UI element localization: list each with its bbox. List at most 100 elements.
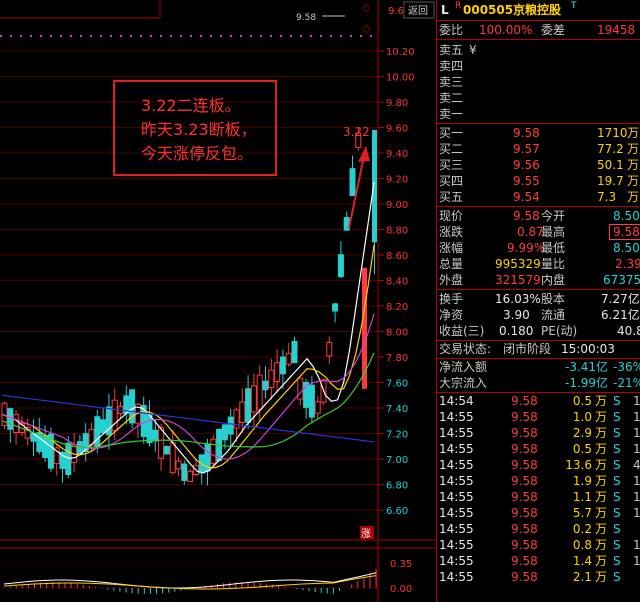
candle-body — [245, 388, 252, 423]
fund-row: 换手 16.03% 股本 7.27亿 — [437, 291, 640, 307]
quote-label: 涨跌 — [439, 225, 464, 239]
quote-row: 现价 9.58 今开 8.50 — [437, 208, 640, 224]
tick-volume: 1.0 — [572, 410, 592, 424]
top-level-label: 9.58 — [296, 13, 316, 23]
axis-tick-label: 7.40 — [386, 404, 408, 415]
candle-body — [297, 377, 304, 400]
candle-body — [65, 442, 72, 475]
axis-tick-label: 10.20 — [386, 47, 415, 58]
fund-label: 流通 — [541, 308, 566, 322]
axis-tick-label: 9.00 — [386, 200, 408, 211]
tick-time: 14:55 — [439, 506, 474, 520]
axis-tick-label: 9.60 — [386, 124, 408, 135]
candle-body — [291, 340, 298, 364]
candle-body — [326, 342, 333, 357]
l-toggle[interactable]: L — [441, 0, 449, 20]
tick-unit: 万 — [595, 506, 608, 520]
fund-value: 40.8 — [617, 324, 640, 338]
tick-time: 14:55 — [439, 474, 474, 488]
flow-pct: -21% — [613, 376, 640, 390]
sell-price: ¥ — [469, 43, 477, 57]
candle-body — [314, 401, 321, 414]
tick-time: 14:55 — [439, 538, 474, 552]
status-value: 闭市阶段 — [503, 342, 552, 356]
candle-body — [100, 419, 107, 434]
tick-row[interactable]: 14:55 9.58 0.5 万 S 1 — [437, 441, 640, 457]
fund-value: 0.180 — [499, 324, 534, 338]
trade-status: 交易状态: 闭市阶段 15:00:03 — [437, 341, 640, 359]
tick-volume: 0.5 — [572, 394, 592, 408]
buy-price: 9.55 — [513, 174, 540, 188]
buy-book: 买一 9.58 1710 万 买二 9.57 77.2 万 买三 9.56 50.1 万 买四 9.… — [437, 124, 640, 207]
stock-code: 000505 — [463, 3, 514, 17]
candle-body — [13, 414, 20, 434]
tick-row[interactable]: 14:55 9.58 2.1 万 S — [437, 569, 640, 585]
buy-label: 买一 — [439, 126, 464, 140]
buy-row[interactable]: 买三 9.56 50.1 万 — [437, 157, 640, 173]
candle-body — [163, 446, 170, 455]
tick-volume: 1.1 — [572, 490, 592, 504]
tick-side: S — [613, 458, 621, 472]
tick-time: 14:54 — [439, 394, 474, 408]
fund-flows: 净流入额 -3.41亿 -36% 大宗流入 -1.99亿 -21% — [437, 359, 640, 393]
ratio-row: 委比 100.00% 委差 19458 — [437, 21, 640, 40]
tick-unit: 万 — [595, 554, 608, 568]
candle-body — [221, 424, 228, 441]
candle-body — [227, 416, 234, 435]
back-button-label: 返回 — [408, 5, 428, 17]
tick-row[interactable]: 14:55 9.58 1.4 万 S 1 — [437, 553, 640, 569]
top-diamond-icon-2[interactable]: ◇ — [362, 22, 371, 35]
macd-tick-label: 0.00 — [390, 584, 412, 595]
buy-row[interactable]: 买一 9.58 1710 万 — [437, 125, 640, 141]
tick-count: 1 — [633, 442, 640, 456]
tick-side: S — [613, 394, 621, 408]
tick-side: S — [613, 522, 621, 536]
buy-row[interactable]: 买五 9.54 7.3 万 — [437, 189, 640, 207]
macd-dif-line — [3, 572, 377, 589]
diff-label: 委差 — [541, 23, 566, 37]
r-marker: R — [455, 1, 462, 11]
tick-price: 9.58 — [511, 458, 538, 472]
buy-price: 9.58 — [513, 126, 540, 140]
quote-value: 8.50 — [613, 209, 640, 223]
buy-price: 9.54 — [513, 190, 540, 204]
quote-value: 995329 — [495, 257, 541, 271]
tick-row[interactable]: 14:55 9.58 0.8 万 S 1 — [437, 537, 640, 553]
quote-label: 外盘 — [439, 273, 464, 287]
tick-row[interactable]: 14:55 9.58 2.9 万 S 1 — [437, 425, 640, 441]
buy-unit: 万 — [627, 174, 640, 188]
fund-row: 收益(三) 0.180 PE(动) 40.8 — [437, 323, 640, 341]
candle-body — [256, 374, 263, 410]
ma20-line — [1, 313, 375, 460]
sell-label: 卖二 — [439, 91, 464, 105]
tick-row[interactable]: 14:54 9.58 0.5 万 S 1 — [437, 393, 640, 409]
candle-body — [308, 384, 315, 418]
quote-label: 最低 — [541, 241, 566, 255]
quote-label: 最高 — [541, 225, 566, 239]
buy-price: 9.56 — [513, 158, 540, 172]
quote-value: 9.58 — [513, 209, 540, 223]
tick-row[interactable]: 14:55 9.58 5.7 万 S 1 — [437, 505, 640, 521]
tick-count: 1 — [633, 426, 640, 440]
diff-value: 19458 — [597, 23, 636, 37]
buy-row[interactable]: 买四 9.55 19.7 万 — [437, 173, 640, 189]
tick-row[interactable]: 14:55 9.58 13.6 万 S 4 — [437, 457, 640, 473]
quote-label: 量比 — [541, 257, 566, 271]
fund-value: 3.90 — [503, 308, 530, 322]
tick-row[interactable]: 14:55 9.58 1.1 万 S 1 — [437, 489, 640, 505]
tick-row[interactable]: 14:55 9.58 0.2 万 S — [437, 521, 640, 537]
tick-list[interactable]: 14:54 9.58 0.5 万 S 1 14:55 9.58 1.0 万 S 1 14:55 9.58 2… — [437, 393, 640, 585]
tick-row[interactable]: 14:55 9.58 1.0 万 S 1 — [437, 409, 640, 425]
top-diamond-icon[interactable]: ◇ — [362, 1, 371, 14]
peak-label: 3.22 — [343, 125, 370, 139]
quote-panel: L R 000505 京粮控股 T 委比 100.00% 委差 19458 卖五… — [436, 0, 640, 602]
tick-row[interactable]: 14:55 9.58 1.9 万 S 1 — [437, 473, 640, 489]
quote-row: 总量 995329 量比 2.39 — [437, 256, 640, 272]
tick-side: S — [613, 570, 621, 584]
t-marker: T — [571, 1, 577, 11]
quote-value: 0.87 — [517, 225, 544, 239]
stock-name: 京粮控股 — [513, 3, 562, 17]
rise-tag: 涨 — [361, 528, 371, 540]
buy-row[interactable]: 买二 9.57 77.2 万 — [437, 141, 640, 157]
tick-side: S — [613, 474, 621, 488]
